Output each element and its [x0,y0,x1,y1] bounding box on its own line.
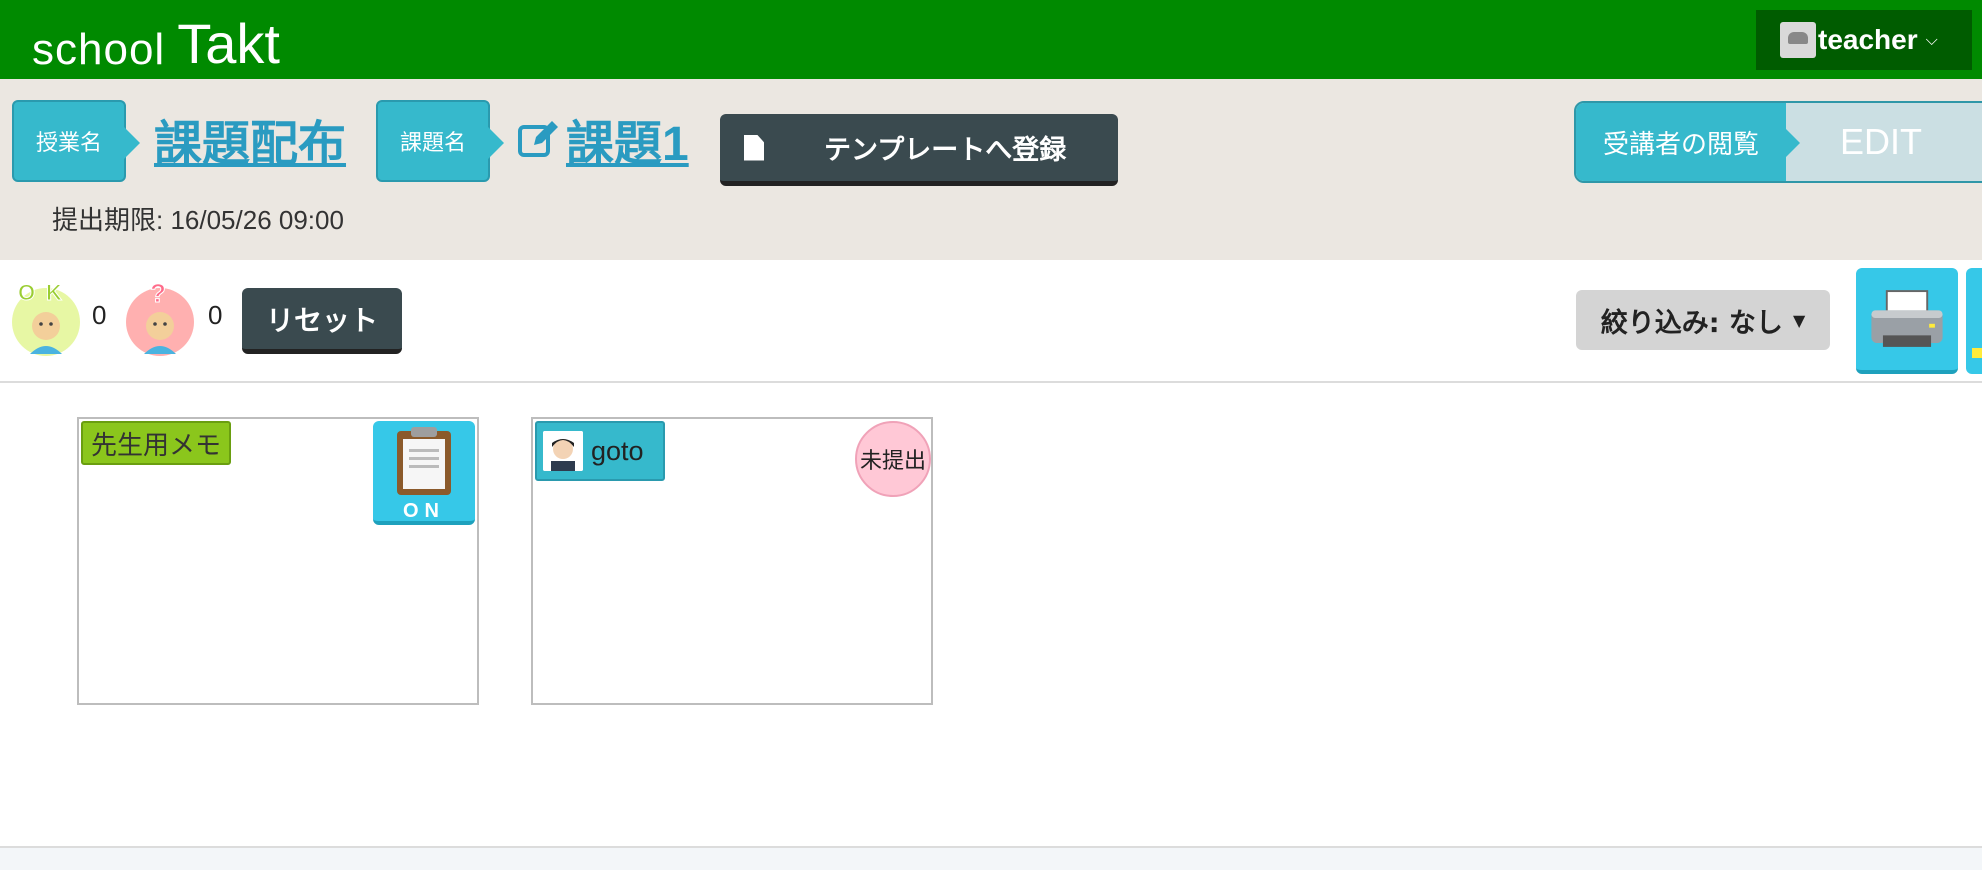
extra-toolbar-button[interactable] [1966,268,1982,374]
caret-down-icon: ▼ [1792,310,1806,330]
student-name: goto [591,435,644,466]
printer-icon [1871,290,1943,347]
user-name: teacher [1818,24,1918,55]
viewer-mode-toggle[interactable]: 受講者の閲覧 EDIT [1574,101,1982,183]
lesson-title-link[interactable]: 課題配布 [154,104,346,174]
student-name-tag[interactable]: goto [535,421,665,481]
ok-count: 0 [92,300,107,330]
question-face-icon[interactable]: ? [122,278,198,358]
reset-button[interactable]: リセット [242,288,402,354]
student-avatar-icon [543,431,583,471]
filter-label: 絞り込み: なし [1600,307,1783,339]
user-avatar-icon [1780,22,1816,58]
viewer-mode-value: EDIT [1786,103,1982,181]
page-footer [0,846,1982,870]
document-icon [744,134,764,161]
student-card[interactable]: goto 未提出 [531,417,933,705]
school-takt-logo[interactable]: school Takt [32,8,280,72]
clipboard-icon: ON [397,427,451,522]
ok-face-icon[interactable]: O K [8,278,84,358]
viewer-label: 受講者の閲覧 [1576,103,1800,181]
submission-deadline: 提出期限: 16/05/26 09:00 [52,205,344,235]
task-name-tag: 課題名 [376,100,504,182]
register-template-button[interactable]: テンプレートへ登録 [720,114,1118,186]
memo-on-label: ON [403,500,445,522]
print-button[interactable] [1856,268,1958,374]
logo-school-text: school [32,25,166,74]
memo-on-toggle[interactable]: ON [373,421,475,525]
logo-takt-text: Takt [177,12,280,75]
task-title-link[interactable]: 課題1 [516,104,689,174]
top-navbar [0,0,1982,79]
lesson-name-tag: 授業名 [12,100,140,182]
filter-dropdown[interactable]: 絞り込み: なし ▼ [1576,290,1830,350]
task-title-text: 課題1 [566,118,689,171]
user-menu[interactable]: teacher ⌵ [1756,10,1972,70]
chevron-down-icon: ⌵ [1925,30,1938,49]
teacher-memo-tag: 先生用メモ [81,421,232,465]
teacher-memo-card[interactable]: 先生用メモ ON [77,417,479,705]
register-template-label: テンプレートへ登録 [824,135,1067,166]
status-badge: 未提出 [855,421,931,497]
edit-icon [518,121,558,157]
svg-text:O: O [18,280,35,305]
svg-text:?: ? [150,278,166,308]
svg-text:K: K [46,280,62,305]
question-count: 0 [208,300,223,330]
